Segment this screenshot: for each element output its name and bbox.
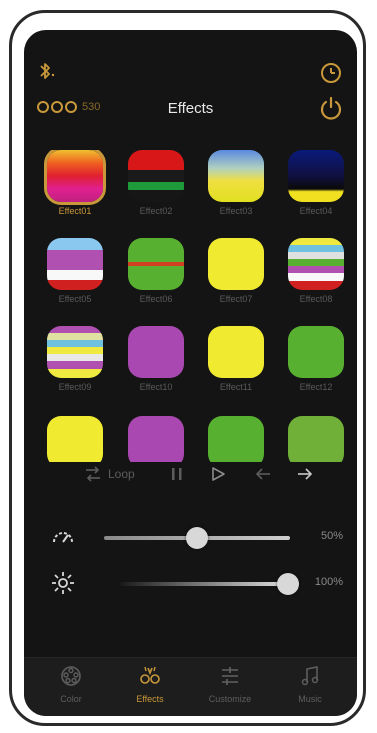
effect-tile-11[interactable]: [208, 326, 264, 378]
bluetooth-icon[interactable]: [36, 60, 58, 82]
effect-label-07: Effect07: [219, 294, 253, 304]
effect-label-12: Effect12: [299, 382, 333, 392]
speed-icon: [53, 532, 73, 543]
effect-tile-03[interactable]: [208, 150, 264, 202]
pause-icon: [172, 468, 182, 480]
app-screen: 530 Effects Effect01 Effect02 Effect03 E…: [24, 30, 357, 716]
effect-tile-12[interactable]: [288, 326, 344, 378]
effect-label-11: Effect11: [219, 382, 253, 392]
arrow-right-icon: [298, 468, 313, 480]
effect-tile-13[interactable]: [47, 416, 103, 462]
effect-tile-08[interactable]: [288, 238, 344, 290]
music-icon: [301, 666, 319, 686]
effects-grid: Effect01 Effect02 Effect03 Effect04 Effe…: [24, 150, 357, 462]
brightness-slider-row: 100%: [24, 566, 357, 602]
arrow-left-icon: [255, 468, 270, 480]
playback-controls: Loop: [24, 462, 357, 498]
brightness-icon: [52, 572, 74, 594]
tab-color-label: Color: [60, 694, 82, 704]
effect-label-02: Effect02: [139, 206, 173, 216]
effect-tile-16[interactable]: [288, 416, 344, 462]
effect-tile-15[interactable]: [208, 416, 264, 462]
speed-percent: 50%: [320, 530, 343, 542]
bottom-tab-bar: Color Effects Customize Music: [24, 657, 357, 716]
tab-effects-label: Effects: [136, 694, 164, 704]
loop-label: Loop: [108, 467, 135, 481]
customize-icon: [222, 667, 238, 685]
effect-label-10: Effect10: [139, 382, 173, 392]
palette-icon: [61, 666, 81, 686]
previous-button[interactable]: [254, 462, 272, 486]
tab-music[interactable]: Music: [270, 664, 350, 704]
tab-color[interactable]: Color: [31, 664, 111, 704]
effect-tile-14[interactable]: [128, 416, 184, 462]
loop-button[interactable]: Loop: [84, 462, 135, 486]
page-title: Effects: [167, 100, 214, 117]
effect-label-04: Effect04: [299, 206, 333, 216]
tab-customize[interactable]: Customize: [190, 664, 270, 704]
tab-music-label: Music: [298, 694, 322, 704]
top-bar: 530 Effects: [24, 30, 357, 150]
pause-button[interactable]: [170, 462, 184, 486]
effect-tile-05[interactable]: [47, 238, 103, 290]
effect-label-03: Effect03: [219, 206, 253, 216]
effect-label-05: Effect05: [58, 294, 92, 304]
effect-tile-10[interactable]: [128, 326, 184, 378]
next-button[interactable]: [296, 462, 314, 486]
timer-icon[interactable]: [319, 60, 343, 84]
effect-tile-09[interactable]: [47, 326, 103, 378]
tab-customize-label: Customize: [208, 694, 252, 704]
effect-label-01: Effect01: [58, 206, 92, 216]
effect-label-06: Effect06: [139, 294, 173, 304]
effect-tile-04[interactable]: [288, 150, 344, 202]
effect-tile-07[interactable]: [208, 238, 264, 290]
brightness-percent: 100%: [314, 576, 343, 588]
speed-slider-row: 50%: [24, 520, 357, 556]
power-icon[interactable]: [317, 94, 345, 122]
speed-thumb[interactable]: [186, 527, 208, 549]
tab-effects[interactable]: Effects: [110, 664, 190, 704]
effect-tile-06[interactable]: [128, 238, 184, 290]
brightness-thumb[interactable]: [277, 573, 299, 595]
effect-tile-01[interactable]: [44, 150, 106, 205]
brightness-track[interactable]: [120, 582, 288, 586]
effect-tile-02[interactable]: [128, 150, 184, 202]
play-icon: [212, 467, 225, 481]
loop-icon: [86, 466, 100, 482]
play-button[interactable]: [210, 462, 226, 486]
effect-label-08: Effect08: [299, 294, 333, 304]
effects-icon: [140, 666, 160, 684]
effect-label-09: Effect09: [58, 382, 92, 392]
